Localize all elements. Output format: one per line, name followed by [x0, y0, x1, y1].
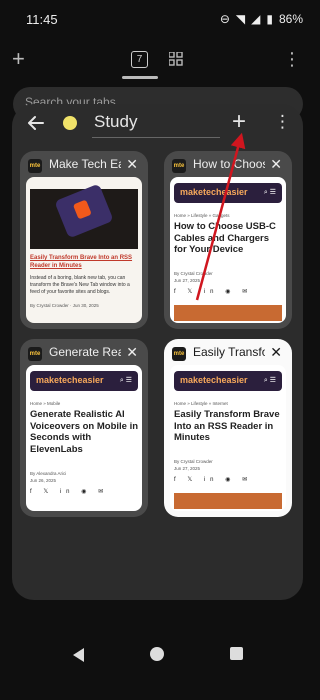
- tab-card[interactable]: mte How to Choose USB-C Cables ✕ maketec…: [164, 151, 292, 329]
- close-icon[interactable]: ✕: [126, 344, 138, 361]
- battery-level: 86%: [278, 12, 303, 26]
- share-icons: f 𝕏 in ◉ ✉: [30, 489, 109, 495]
- site-logo: maketecheasier: [180, 375, 248, 385]
- dnd-icon: ⊖: [219, 12, 230, 26]
- article-excerpt: Instead of a boring, blank new tab, you …: [30, 275, 130, 295]
- site-header: maketecheasier ⌕ ☰: [174, 371, 282, 391]
- article-date: Jun 27, 2025: [174, 466, 201, 471]
- status-bar: 11:45 ⊖ ◥ ◢ ▮ 86%: [0, 0, 315, 38]
- nav-back-icon[interactable]: [73, 648, 84, 662]
- site-logo: maketecheasier: [180, 187, 248, 197]
- mte-favicon-icon: mte: [172, 347, 186, 361]
- article-date: Jun 26, 2025: [30, 478, 57, 483]
- share-icons: f 𝕏 in ◉ ✉: [174, 289, 253, 295]
- new-tab-icon[interactable]: +: [12, 46, 25, 72]
- article-image: [174, 493, 282, 509]
- nav-home-icon[interactable]: [150, 647, 164, 661]
- tab-count-button[interactable]: 7: [131, 51, 148, 68]
- search-icon: ⌕ ☰: [263, 377, 276, 384]
- status-time: 11:45: [26, 12, 58, 27]
- group-header: Study + ⋮: [12, 104, 303, 144]
- back-arrow-icon[interactable]: [26, 113, 46, 133]
- tab-thumbnail: Easily Transform Brave Into an RSS Reade…: [26, 177, 142, 323]
- article-headline: Generate Realistic AI Voiceovers on Mobi…: [30, 409, 139, 455]
- tab-thumbnail: maketecheasier ⌕ ☰ Home » Lifestyle » Ga…: [170, 177, 286, 323]
- breadcrumb: Home » Lifestyle » Gadgets: [174, 213, 230, 218]
- tab-switcher-toolbar: + 7 ⋮: [0, 44, 315, 79]
- share-icons: f 𝕏 in ◉ ✉: [174, 477, 253, 483]
- mte-favicon-icon: mte: [172, 159, 186, 173]
- nav-recents-icon[interactable]: [230, 647, 243, 660]
- site-header: maketecheasier ⌕ ☰: [174, 183, 282, 203]
- status-icons: ⊖ ◥ ◢ ▮ 86%: [220, 12, 303, 26]
- battery-icon: ▮: [266, 12, 273, 26]
- tab-group-dialog: Study + ⋮ mte Make Tech Easier ✕ Easily …: [12, 104, 303, 600]
- article-author: By Alexandra Arici: [30, 471, 67, 476]
- wifi-icon: ◥: [235, 12, 246, 26]
- tab-card[interactable]: mte Make Tech Easier ✕ Easily Transform …: [20, 151, 148, 329]
- article-link: Easily Transform Brave Into an RSS Reade…: [30, 255, 133, 269]
- phone-photo: [30, 183, 138, 249]
- tab-title: Make Tech Easier: [49, 157, 121, 171]
- tab-title: Easily Transform Brave: [193, 345, 265, 359]
- article-headline: How to Choose USB-C Cables and Chargers …: [174, 221, 276, 255]
- tab-card-selected[interactable]: mte Easily Transform Brave ✕ maketecheas…: [164, 339, 292, 517]
- site-header: maketecheasier ⌕ ☰: [30, 371, 138, 391]
- active-indicator: [122, 76, 158, 79]
- tab-thumbnail: maketecheasier ⌕ ☰ Home » Lifestyle » In…: [170, 365, 286, 511]
- article-author: By Crystal Crowder: [174, 271, 213, 276]
- breadcrumb: Home » Mobile: [30, 401, 61, 406]
- group-title[interactable]: Study: [94, 112, 137, 132]
- tab-thumbnail: maketecheasier ⌕ ☰ Home » Mobile Generat…: [26, 365, 142, 511]
- mte-favicon-icon: mte: [28, 347, 42, 361]
- brave-logo-phone: [54, 183, 114, 239]
- title-underline: [92, 137, 220, 138]
- add-tab-icon[interactable]: +: [232, 108, 246, 136]
- article-meta: By Crystal Crowder · Jun 30, 2025: [30, 303, 99, 308]
- search-icon: ⌕ ☰: [119, 377, 132, 384]
- article-author: By Crystal Crowder: [174, 459, 213, 464]
- tab-groups-icon[interactable]: [169, 52, 183, 66]
- article-date: Jun 27, 2025: [174, 278, 201, 283]
- close-icon[interactable]: ✕: [270, 156, 282, 173]
- tab-title: Generate Realistic AI: [49, 345, 121, 359]
- close-icon[interactable]: ✕: [126, 156, 138, 173]
- close-icon[interactable]: ✕: [270, 344, 282, 361]
- tab-title: How to Choose USB-C Cables: [193, 157, 265, 171]
- search-icon: ⌕ ☰: [263, 189, 276, 196]
- group-color-dot[interactable]: [63, 116, 77, 130]
- article-image: [174, 305, 282, 321]
- breadcrumb: Home » Lifestyle » Internet: [174, 401, 228, 406]
- mte-favicon-icon: mte: [28, 159, 42, 173]
- article-headline: Easily Transform Brave Into an RSS Reade…: [174, 409, 280, 443]
- group-menu-icon[interactable]: ⋮: [274, 112, 291, 132]
- site-logo: maketecheasier: [36, 375, 104, 385]
- more-options-icon[interactable]: ⋮: [283, 49, 301, 70]
- system-nav-bar: [0, 640, 315, 680]
- tab-card[interactable]: mte Generate Realistic AI ✕ maketecheasi…: [20, 339, 148, 517]
- signal-icon: ◢: [251, 12, 261, 26]
